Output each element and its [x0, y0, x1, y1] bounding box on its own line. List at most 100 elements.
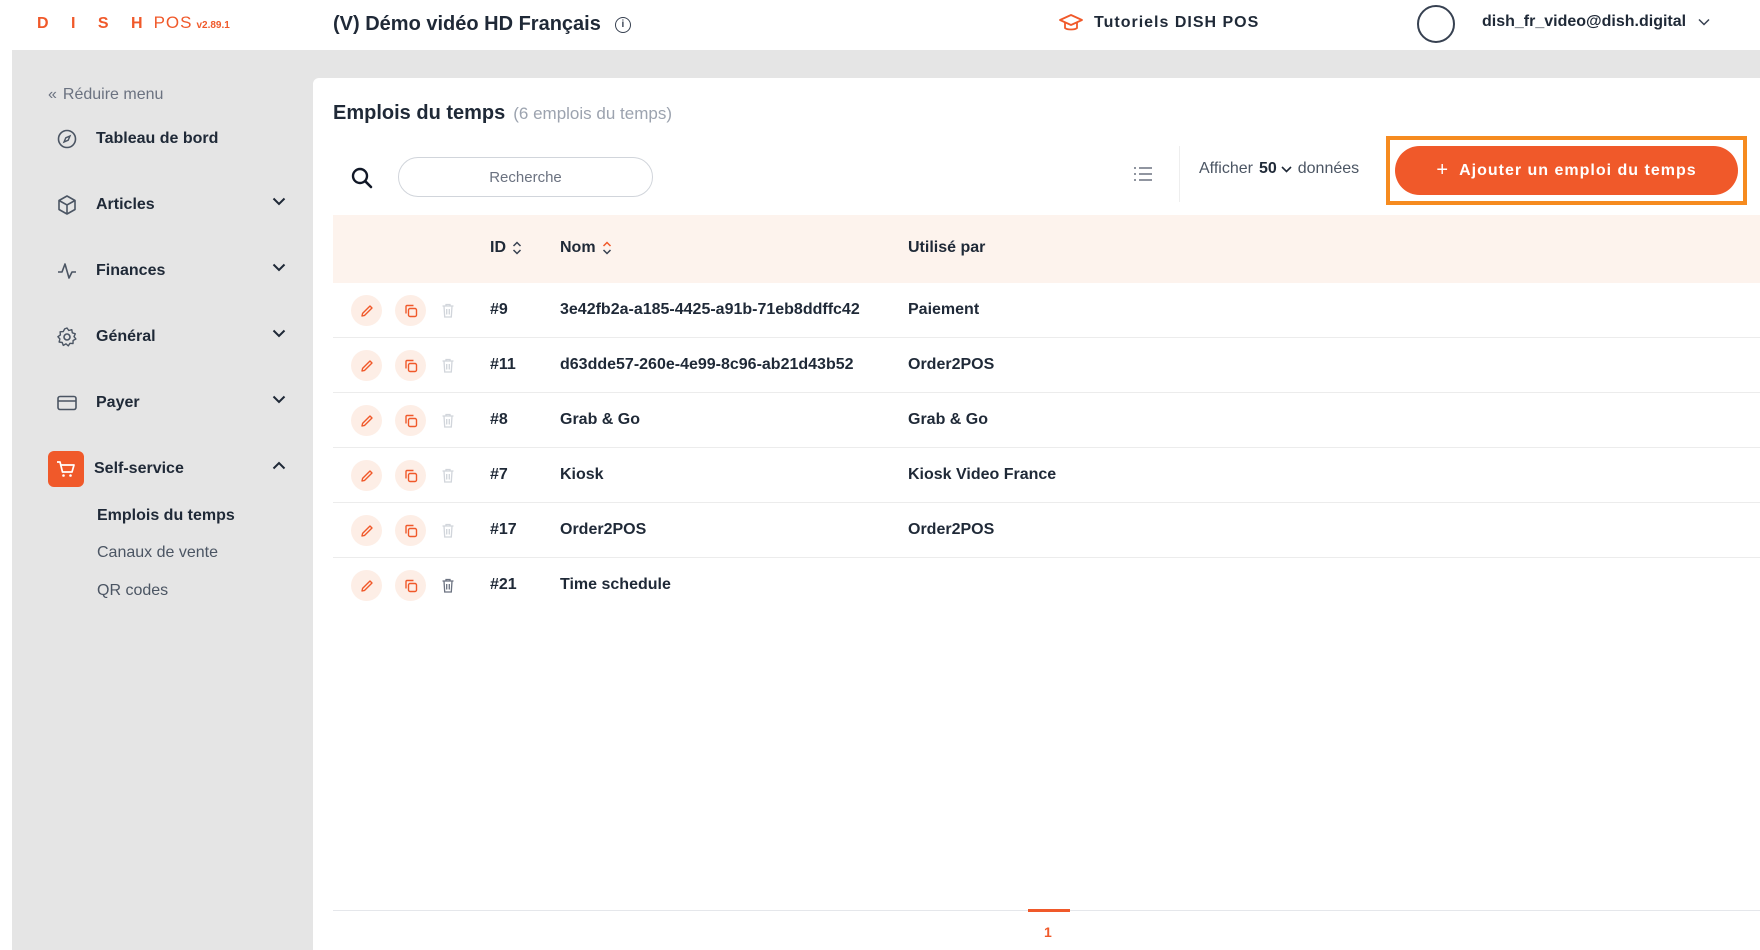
- copy-icon: [404, 579, 417, 592]
- copy-icon: [404, 414, 417, 427]
- edit-button[interactable]: [351, 350, 382, 381]
- duplicate-button[interactable]: [395, 460, 426, 491]
- trash-icon: [442, 413, 453, 428]
- sidebar-item-finances[interactable]: Finances: [48, 252, 308, 290]
- edit-button[interactable]: [351, 460, 382, 491]
- duplicate-button[interactable]: [395, 405, 426, 436]
- row-id: #17: [490, 521, 517, 538]
- delete-button[interactable]: [432, 460, 463, 491]
- row-used-by: Grab & Go: [908, 411, 989, 428]
- sidebar-item-label: Général: [96, 328, 156, 345]
- row-name: Order2POS: [560, 521, 647, 538]
- sidebar-item-label: Tableau de bord: [96, 130, 219, 147]
- sidebar-item-payer[interactable]: Payer: [48, 384, 308, 422]
- column-header-label: Utilisé par: [908, 239, 986, 256]
- chevron-down-icon: [272, 197, 286, 206]
- info-icon[interactable]: i: [614, 16, 631, 33]
- sidebar-item-articles[interactable]: Articles: [48, 186, 308, 224]
- row-id: #21: [490, 576, 517, 593]
- tutorials-label: Tutoriels DISH POS: [1094, 14, 1260, 31]
- pencil-icon: [360, 414, 373, 427]
- delete-button[interactable]: [432, 350, 463, 381]
- column-header-id[interactable]: ID: [490, 239, 522, 257]
- sidebar-item-self-service[interactable]: Self-service: [48, 450, 308, 488]
- search-input[interactable]: [398, 157, 653, 197]
- divider: [1179, 146, 1180, 202]
- sidebar: « Réduire menu Tableau de bord Articles …: [12, 78, 312, 950]
- account-menu[interactable]: dish_fr_video@dish.digital: [1482, 13, 1710, 31]
- edit-button[interactable]: [351, 570, 382, 601]
- table-row[interactable]: #21 Time schedule: [333, 558, 1760, 613]
- page-size-label: Afficher: [1199, 160, 1253, 177]
- page-title-text: Emplois du temps: [333, 102, 506, 124]
- table-row[interactable]: #8 Grab & Go Grab & Go: [333, 393, 1760, 448]
- logo-version: v2.89.1: [196, 20, 230, 31]
- row-id: #9: [490, 301, 508, 318]
- sidebar-item-general[interactable]: Général: [48, 318, 308, 356]
- row-id: #7: [490, 466, 508, 483]
- table-row[interactable]: #17 Order2POS Order2POS: [333, 503, 1760, 558]
- column-settings-icon[interactable]: [1131, 162, 1155, 186]
- pagination-page-1[interactable]: 1: [1044, 924, 1052, 940]
- logo-product: POS: [153, 13, 193, 32]
- duplicate-button[interactable]: [395, 515, 426, 546]
- page-size-select[interactable]: 50: [1259, 160, 1292, 178]
- cart-icon: [48, 451, 84, 487]
- add-schedule-button[interactable]: + Ajouter un emploi du temps: [1395, 146, 1738, 195]
- row-id: #8: [490, 411, 508, 428]
- gear-icon: [48, 318, 86, 356]
- trash-icon: [442, 358, 453, 373]
- table-row[interactable]: #7 Kiosk Kiosk Video France: [333, 448, 1760, 503]
- logo-brand: D I S H: [37, 15, 152, 32]
- pencil-icon: [360, 524, 373, 537]
- tutorials-link[interactable]: Tutoriels DISH POS: [1058, 13, 1259, 33]
- pencil-icon: [360, 469, 373, 482]
- row-used-by: Paiement: [908, 301, 980, 318]
- sidebar-item-label: Finances: [96, 262, 166, 279]
- table-row[interactable]: #9 3e42fb2a-a185-4425-a91b-71eb8ddffc42 …: [333, 283, 1760, 338]
- duplicate-button[interactable]: [395, 570, 426, 601]
- edit-button[interactable]: [351, 405, 382, 436]
- column-header-name[interactable]: Nom: [560, 239, 612, 257]
- edit-button[interactable]: [351, 515, 382, 546]
- column-header-used-by: Utilisé par: [908, 239, 985, 257]
- delete-button[interactable]: [432, 405, 463, 436]
- chevron-down-icon: [272, 329, 286, 338]
- copy-icon: [404, 524, 417, 537]
- pencil-icon: [360, 359, 373, 372]
- delete-button[interactable]: [432, 570, 463, 601]
- dish-pos-logo[interactable]: D I S H POS v2.89.1: [37, 13, 230, 33]
- chevron-down-icon: [272, 263, 286, 272]
- table-row[interactable]: #11 d63dde57-260e-4e99-8c96-ab21d43b52 O…: [333, 338, 1760, 393]
- account-email: dish_fr_video@dish.digital: [1482, 13, 1687, 30]
- row-name: Time schedule: [560, 576, 671, 593]
- column-header-label: Nom: [560, 239, 596, 256]
- sort-icon: [602, 241, 611, 255]
- delete-button[interactable]: [432, 515, 463, 546]
- sidebar-subitem-qr-codes[interactable]: QR codes: [97, 582, 168, 600]
- sidebar-item-dashboard[interactable]: Tableau de bord: [48, 120, 308, 158]
- edit-button[interactable]: [351, 295, 382, 326]
- venue-selector[interactable]: (V) Démo vidéo HD Français i: [333, 13, 631, 36]
- copy-icon: [404, 359, 417, 372]
- page-size-suffix: données: [1297, 160, 1360, 177]
- row-name: d63dde57-260e-4e99-8c96-ab21d43b52: [560, 356, 854, 373]
- sidebar-subitem-sales-channels[interactable]: Canaux de vente: [97, 544, 218, 562]
- compass-icon: [48, 120, 86, 158]
- duplicate-button[interactable]: [395, 350, 426, 381]
- box-icon: [48, 186, 86, 224]
- collapse-menu-button[interactable]: « Réduire menu: [48, 86, 163, 104]
- chevron-down-icon: [1698, 18, 1710, 26]
- main-panel: Emplois du temps (6 emplois du temps) Af…: [313, 78, 1760, 950]
- chevron-down-icon: [1281, 165, 1292, 173]
- row-name: 3e42fb2a-a185-4425-a91b-71eb8ddffc42: [560, 301, 860, 318]
- pagination-active-indicator: [1028, 909, 1070, 912]
- sidebar-item-label: Articles: [96, 196, 155, 213]
- delete-button[interactable]: [432, 295, 463, 326]
- copy-icon: [404, 304, 417, 317]
- avatar[interactable]: [1417, 5, 1455, 43]
- table-header: ID Nom Utilisé par: [333, 215, 1760, 283]
- search-icon[interactable]: [350, 166, 374, 190]
- sidebar-subitem-schedules[interactable]: Emplois du temps: [97, 507, 235, 525]
- duplicate-button[interactable]: [395, 295, 426, 326]
